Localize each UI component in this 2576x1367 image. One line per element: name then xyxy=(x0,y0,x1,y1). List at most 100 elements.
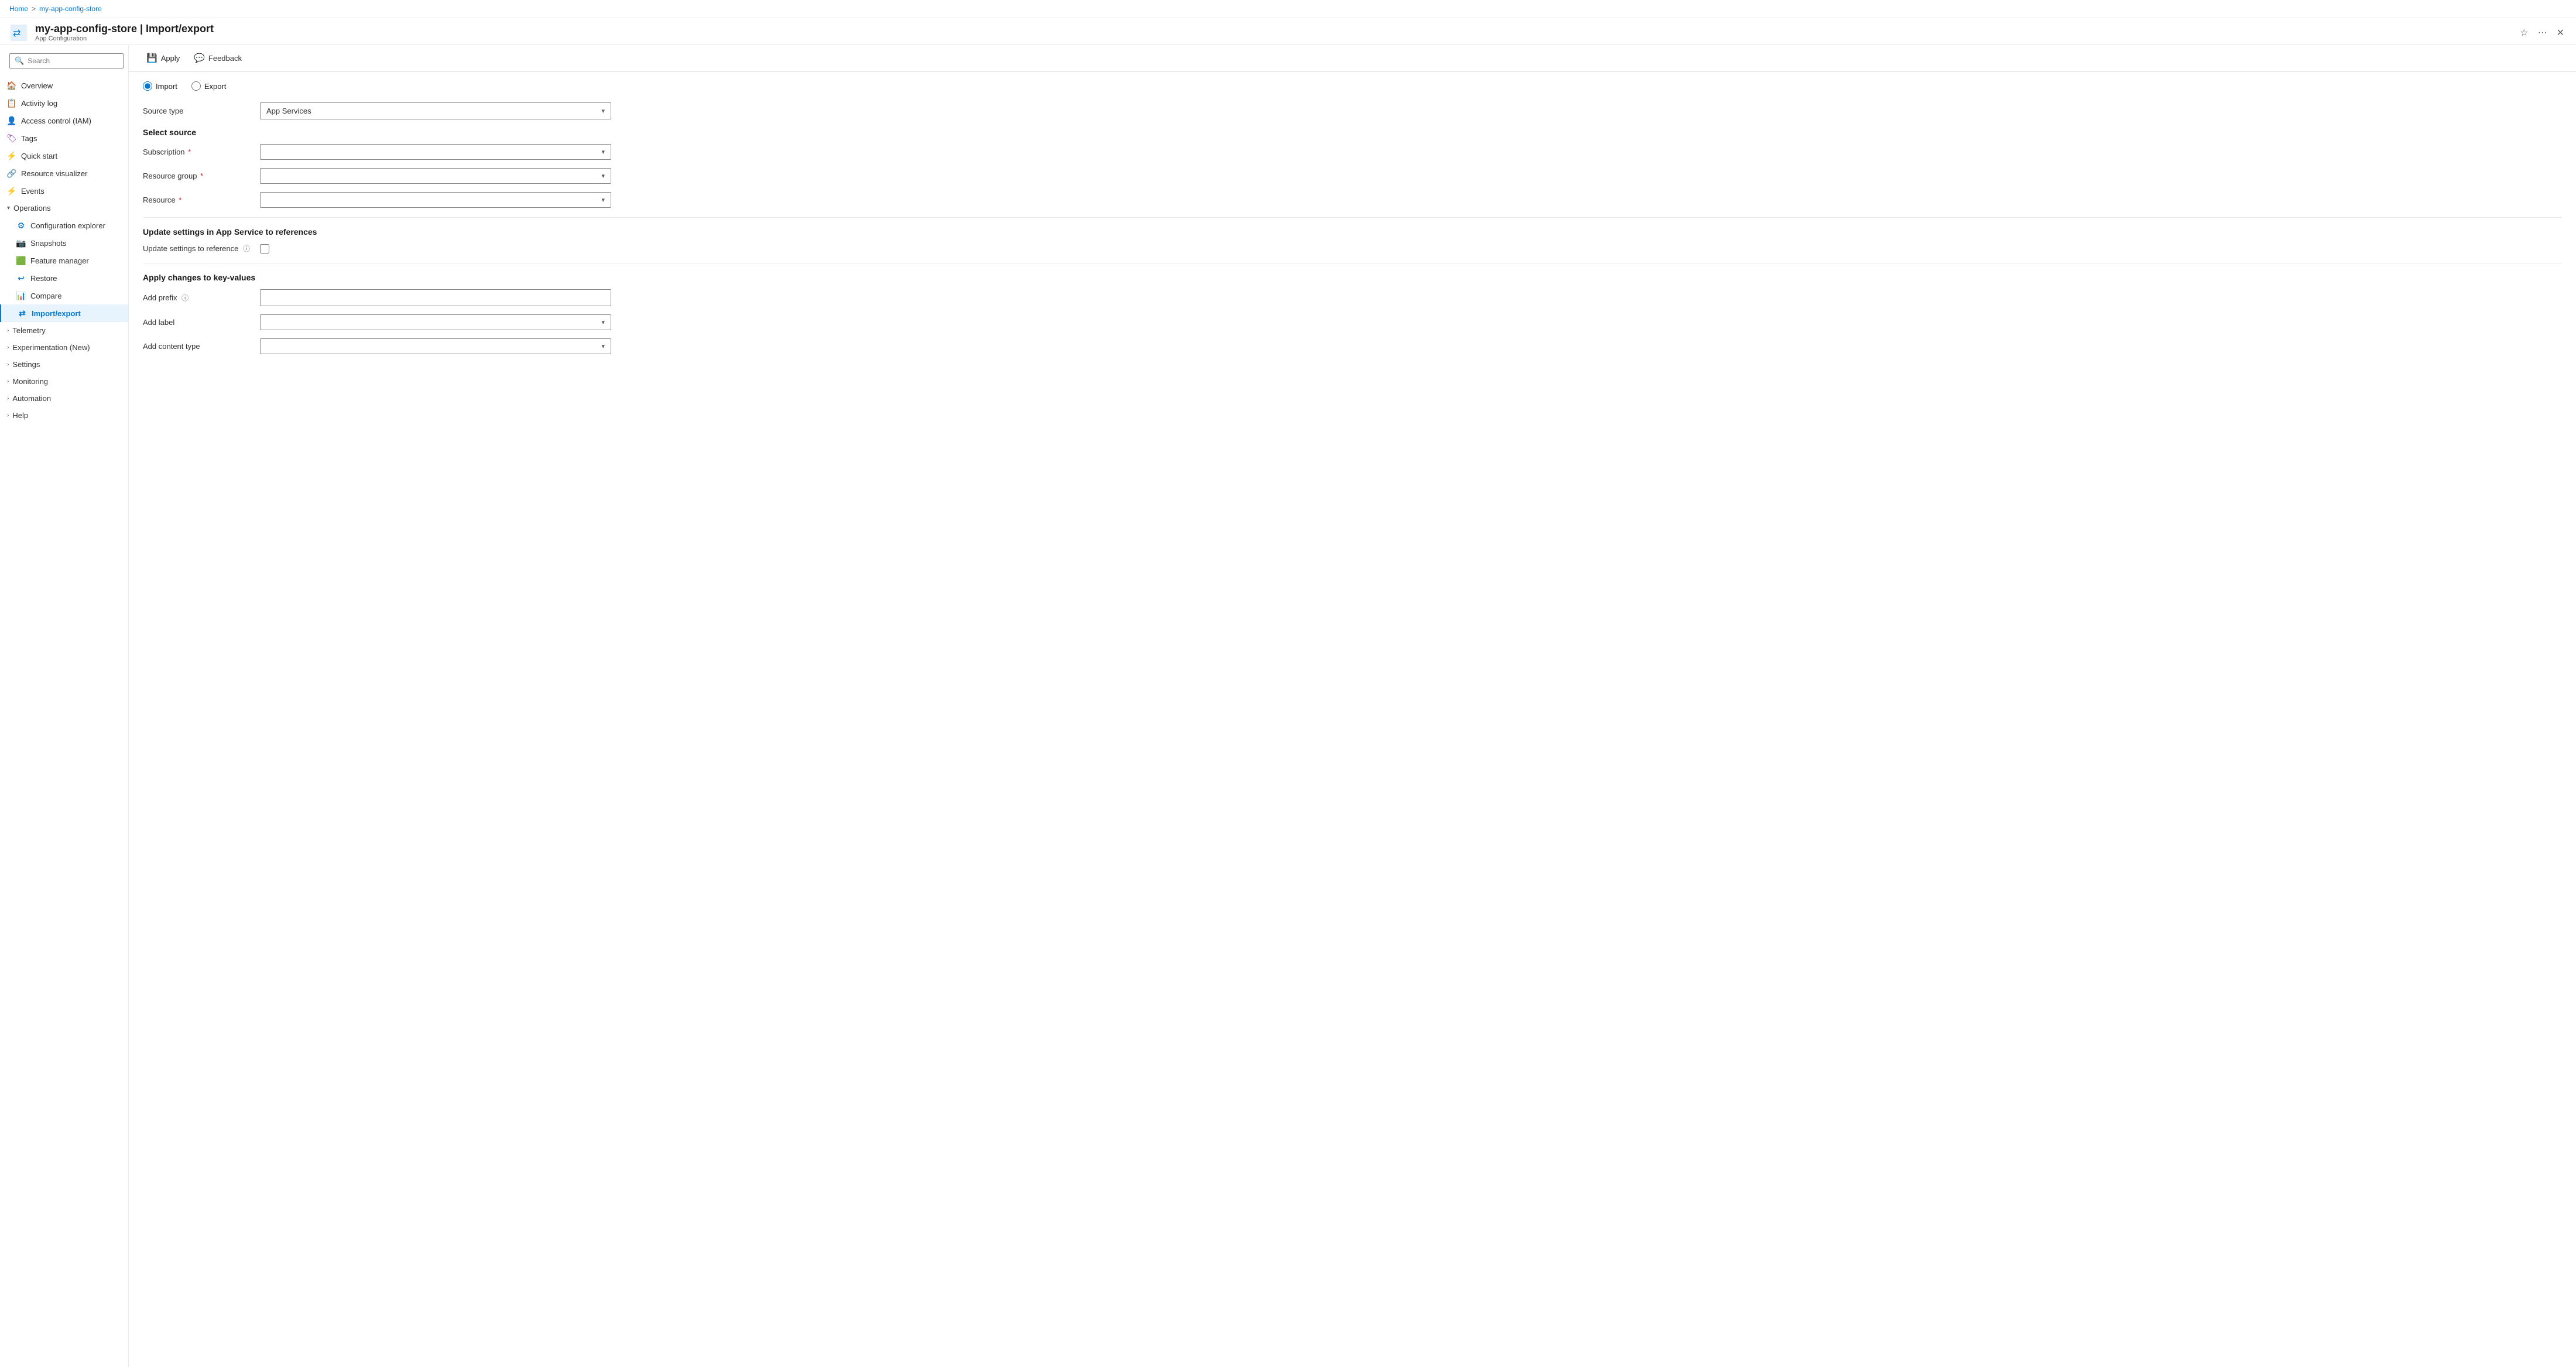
sidebar-item-feature-manager[interactable]: 🟩 Feature manager xyxy=(0,252,128,269)
add-prefix-label: Add prefix ⓘ xyxy=(143,293,260,303)
favorite-button[interactable]: ☆ xyxy=(2517,25,2530,41)
resource-group-required: * xyxy=(200,172,203,180)
sidebar-group-telemetry[interactable]: › Telemetry xyxy=(0,322,128,339)
export-radio[interactable] xyxy=(191,81,201,91)
update-settings-checkbox-row xyxy=(260,244,611,253)
add-content-type-dropdown[interactable]: ▾ xyxy=(260,338,611,354)
resource-dropdown[interactable]: ▾ xyxy=(260,192,611,208)
add-content-type-control: ▾ xyxy=(260,338,611,354)
export-label: Export xyxy=(204,82,227,91)
sidebar-item-tags[interactable]: 🏷 Tags xyxy=(0,129,128,147)
search-input[interactable] xyxy=(28,57,118,65)
svg-text:⇄: ⇄ xyxy=(13,29,20,39)
sidebar-group-settings-label: Settings xyxy=(12,360,40,369)
sidebar-group-experimentation[interactable]: › Experimentation (New) xyxy=(0,339,128,356)
subscription-label: Subscription * xyxy=(143,148,260,156)
source-type-label: Source type xyxy=(143,107,260,115)
breadcrumb-separator: > xyxy=(32,5,36,13)
sidebar-item-snapshots-label: Snapshots xyxy=(30,239,66,248)
source-type-chevron-icon: ▾ xyxy=(601,107,605,115)
update-settings-control xyxy=(260,244,611,253)
update-settings-title: Update settings in App Service to refere… xyxy=(143,227,2562,237)
section-divider-1 xyxy=(143,217,2562,218)
import-radio-label[interactable]: Import xyxy=(143,81,177,91)
sidebar-item-quick-start-label: Quick start xyxy=(21,152,57,160)
sidebar-item-access-control-label: Access control (IAM) xyxy=(21,117,91,125)
export-radio-label[interactable]: Export xyxy=(191,81,227,91)
sidebar-item-tags-label: Tags xyxy=(21,134,37,143)
header-actions: ☆ ··· ✕ xyxy=(2517,25,2567,41)
sidebar-item-snapshots[interactable]: 📷 Snapshots xyxy=(0,234,128,252)
sidebar-group-help[interactable]: › Help xyxy=(0,407,128,424)
import-radio[interactable] xyxy=(143,81,152,91)
experimentation-chevron: › xyxy=(7,344,9,351)
subscription-chevron-icon: ▾ xyxy=(601,148,605,156)
more-button[interactable]: ··· xyxy=(2536,25,2550,40)
sidebar-item-activity-log-label: Activity log xyxy=(21,99,57,108)
sidebar-group-operations[interactable]: ▾ Operations xyxy=(0,200,128,217)
sidebar-group-monitoring[interactable]: › Monitoring xyxy=(0,373,128,390)
sidebar-item-compare[interactable]: 📊 Compare xyxy=(0,287,128,304)
breadcrumb-home[interactable]: Home xyxy=(9,5,28,13)
add-label-label: Add label xyxy=(143,318,260,327)
sidebar-item-events-label: Events xyxy=(21,187,44,196)
overview-icon: 🏠 xyxy=(7,81,16,90)
add-content-type-row: Add content type ▾ xyxy=(143,338,2562,354)
apply-changes-title: Apply changes to key-values xyxy=(143,273,2562,282)
search-icon: 🔍 xyxy=(15,56,24,66)
import-export-nav-icon: ⇄ xyxy=(18,309,27,318)
page-title-block: my-app-config-store | Import/export App … xyxy=(35,23,2510,42)
sidebar-item-import-export[interactable]: ⇄ Import/export xyxy=(0,304,128,322)
feature-manager-icon: 🟩 xyxy=(16,256,26,265)
page-subtitle: App Configuration xyxy=(35,35,2510,42)
sidebar-group-monitoring-label: Monitoring xyxy=(12,377,48,386)
operations-chevron: ▾ xyxy=(7,205,10,211)
add-label-row: Add label ▾ xyxy=(143,314,2562,330)
sidebar-item-configuration-explorer[interactable]: ⚙ Configuration explorer xyxy=(0,217,128,234)
feedback-icon: 💬 xyxy=(194,53,205,63)
subscription-row: Subscription * ▾ xyxy=(143,144,2562,160)
update-settings-checkbox[interactable] xyxy=(260,244,269,253)
sidebar-item-feature-manager-label: Feature manager xyxy=(30,256,89,265)
page-title: my-app-config-store | Import/export xyxy=(35,23,2510,35)
sidebar-group-automation[interactable]: › Automation xyxy=(0,390,128,407)
sidebar-item-activity-log[interactable]: 📋 Activity log xyxy=(0,94,128,112)
feedback-button[interactable]: 💬 Feedback xyxy=(188,50,248,66)
subscription-required: * xyxy=(188,148,191,156)
page-header-icon: ⇄ xyxy=(9,23,28,42)
sidebar-item-overview-label: Overview xyxy=(21,81,53,90)
sidebar-item-quick-start[interactable]: ⚡ Quick start xyxy=(0,147,128,165)
sidebar-item-import-export-label: Import/export xyxy=(32,309,81,318)
add-prefix-info-icon: ⓘ xyxy=(181,294,189,302)
sidebar-item-resource-visualizer[interactable]: 🔗 Resource visualizer xyxy=(0,165,128,182)
resource-group-label: Resource group * xyxy=(143,172,260,180)
add-label-dropdown[interactable]: ▾ xyxy=(260,314,611,330)
breadcrumb-current[interactable]: my-app-config-store xyxy=(39,5,102,13)
toolbar: 💾 Apply 💬 Feedback xyxy=(129,45,2576,71)
add-label-chevron-icon: ▾ xyxy=(601,318,605,326)
sidebar-item-restore[interactable]: ↩ Restore xyxy=(0,269,128,287)
configuration-explorer-icon: ⚙ xyxy=(16,221,26,230)
help-chevron: › xyxy=(7,412,9,419)
apply-button[interactable]: 💾 Apply xyxy=(141,50,186,66)
sidebar-item-resource-visualizer-label: Resource visualizer xyxy=(21,169,87,178)
sidebar-item-overview[interactable]: 🏠 Overview xyxy=(0,77,128,94)
resource-group-dropdown[interactable]: ▾ xyxy=(260,168,611,184)
update-settings-info-icon: ⓘ xyxy=(243,245,250,253)
source-type-dropdown[interactable]: App Services ▾ xyxy=(260,102,611,119)
subscription-dropdown[interactable]: ▾ xyxy=(260,144,611,160)
settings-chevron: › xyxy=(7,361,9,368)
add-content-type-label: Add content type xyxy=(143,342,260,351)
page-header: ⇄ my-app-config-store | Import/export Ap… xyxy=(0,18,2576,45)
add-prefix-input[interactable] xyxy=(260,289,611,306)
search-box: 🔍 xyxy=(9,53,124,68)
sidebar-item-access-control[interactable]: 👤 Access control (IAM) xyxy=(0,112,128,129)
sidebar-group-settings[interactable]: › Settings xyxy=(0,356,128,373)
restore-icon: ↩ xyxy=(16,273,26,283)
close-button[interactable]: ✕ xyxy=(2554,25,2567,41)
sidebar-item-events[interactable]: ⚡ Events xyxy=(0,182,128,200)
monitoring-chevron: › xyxy=(7,378,9,385)
source-type-control: App Services ▾ xyxy=(260,102,611,119)
add-prefix-row: Add prefix ⓘ xyxy=(143,289,2562,306)
activity-log-icon: 📋 xyxy=(7,98,16,108)
